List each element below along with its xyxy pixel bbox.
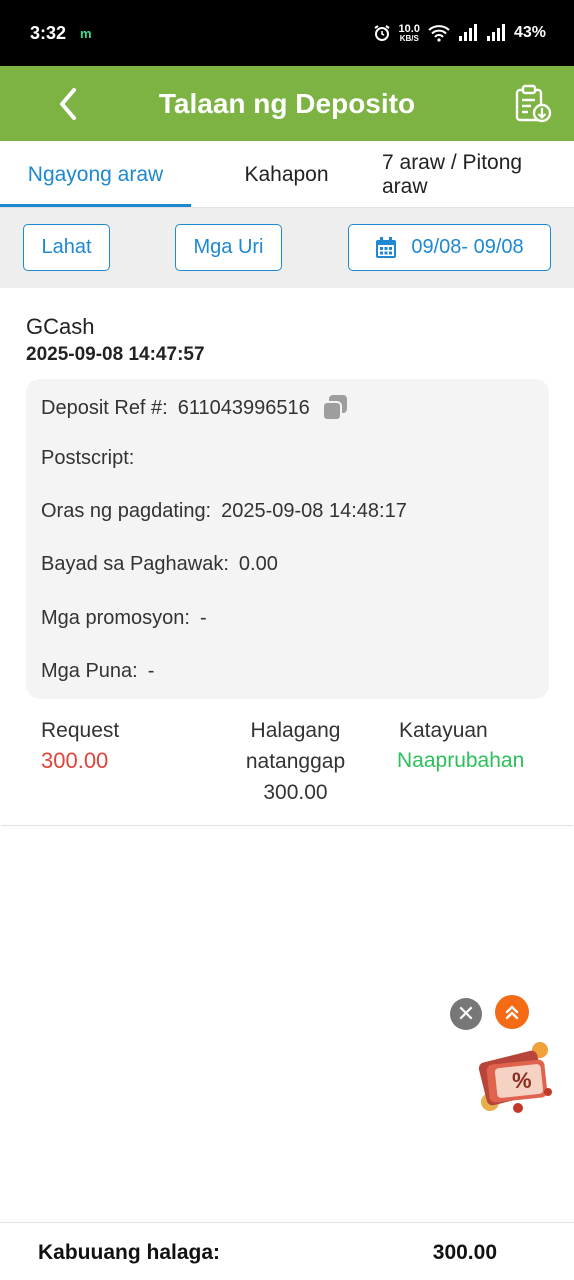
record-datetime: 2025-09-08 14:47:57 — [26, 344, 205, 365]
copy-icon[interactable] — [320, 393, 350, 423]
record-details: Deposit Ref #: 611043996516 Postscript: … — [26, 379, 549, 699]
detail-label: Bayad sa Paghawak: — [41, 553, 229, 575]
detail-value: - — [147, 660, 155, 682]
detail-value: - — [199, 607, 207, 629]
detail-label: Deposit Ref #: — [41, 396, 168, 419]
payment-method: GCash — [26, 314, 95, 339]
date-tabs: Ngayong araw Kahapon 7 araw / Pitong ara… — [0, 141, 574, 208]
net-speed: 10.0 KB/S — [398, 22, 420, 43]
net-speed-value: 10.0 — [398, 22, 420, 35]
app-header: Talaan ng Deposito — [0, 66, 574, 141]
tab-seven-days[interactable]: 7 araw / Pitong araw — [382, 141, 562, 208]
detail-value: 0.00 — [238, 553, 278, 575]
detail-promotions: Mga promosyon: - — [41, 607, 207, 630]
status-value: Naaprubahan — [397, 749, 525, 772]
clipboard-download-icon[interactable] — [514, 84, 552, 124]
deposit-record-card[interactable]: GCash 2025-09-08 14:47:57 Deposit Ref #:… — [1, 288, 573, 826]
calendar-icon — [376, 236, 397, 258]
status-icons: 10.0 KB/S 43% — [373, 22, 546, 43]
detail-label: Mga Puna: — [41, 660, 138, 682]
signal-icon — [458, 24, 477, 41]
detail-remarks: Mga Puna: - — [41, 660, 154, 683]
types-filter-button[interactable]: Mga Uri — [175, 224, 282, 271]
received-amount-block: Halagang natanggap 300.00 — [213, 715, 378, 808]
total-label: Kabuuang halaga: — [38, 1241, 221, 1264]
page-title: Talaan ng Deposito — [158, 87, 416, 119]
detail-ref: Deposit Ref #: 611043996516 — [41, 393, 350, 423]
date-range-button[interactable]: 09/08- 09/08 — [348, 224, 551, 271]
status-label: Katayuan — [399, 719, 488, 742]
all-filter-button[interactable]: Lahat — [23, 224, 110, 271]
request-label: Request — [41, 719, 120, 742]
tab-today[interactable]: Ngayong araw — [0, 141, 191, 208]
detail-value: 611043996516 — [177, 396, 310, 419]
chevrons-up-glyph — [505, 1005, 519, 1020]
net-speed-unit: KB/S — [399, 33, 419, 43]
double-chevron-up-icon[interactable] — [495, 995, 529, 1029]
discount-gift-icon[interactable]: % — [470, 1036, 560, 1118]
battery-level: 43% — [513, 24, 546, 41]
detail-label: Mga promosyon: — [41, 607, 190, 629]
request-amount: 300.00 — [41, 748, 109, 773]
detail-postscript: Postscript: — [41, 447, 144, 470]
wifi-icon — [428, 25, 450, 42]
close-icon[interactable]: ✕ — [450, 998, 482, 1030]
active-tab-indicator — [0, 204, 191, 207]
filter-bar: Lahat Mga Uri 09/08- 09/08 — [0, 208, 574, 288]
detail-label: Oras ng pagdating: — [41, 500, 212, 522]
total-amount: 300.00 — [432, 1241, 497, 1264]
alarm-icon — [373, 25, 390, 41]
tab-yesterday[interactable]: Kahapon — [191, 141, 382, 208]
chevron-left-icon[interactable] — [52, 84, 86, 124]
date-range-label: 09/08- 09/08 — [411, 236, 524, 258]
status-time: 3:32 — [30, 22, 67, 43]
detail-handling-fee: Bayad sa Paghawak: 0.00 — [41, 553, 278, 576]
detail-label: Postscript: — [41, 447, 135, 469]
svg-text:%: % — [512, 1068, 532, 1093]
status-bar: 3:32 m 10.0 KB/S 43% — [0, 0, 574, 66]
total-bar: Kabuuang halaga: 300.00 — [0, 1222, 574, 1280]
received-label-line2: natanggap — [245, 750, 346, 773]
received-label-line1: Halagang — [250, 719, 341, 742]
detail-arrival-time: Oras ng pagdating: 2025-09-08 14:48:17 — [41, 500, 407, 523]
received-amount: 300.00 — [263, 781, 328, 804]
signal-icon-2 — [486, 24, 505, 41]
detail-value: 2025-09-08 14:48:17 — [221, 500, 407, 522]
app-notification-icon: m — [80, 25, 92, 41]
